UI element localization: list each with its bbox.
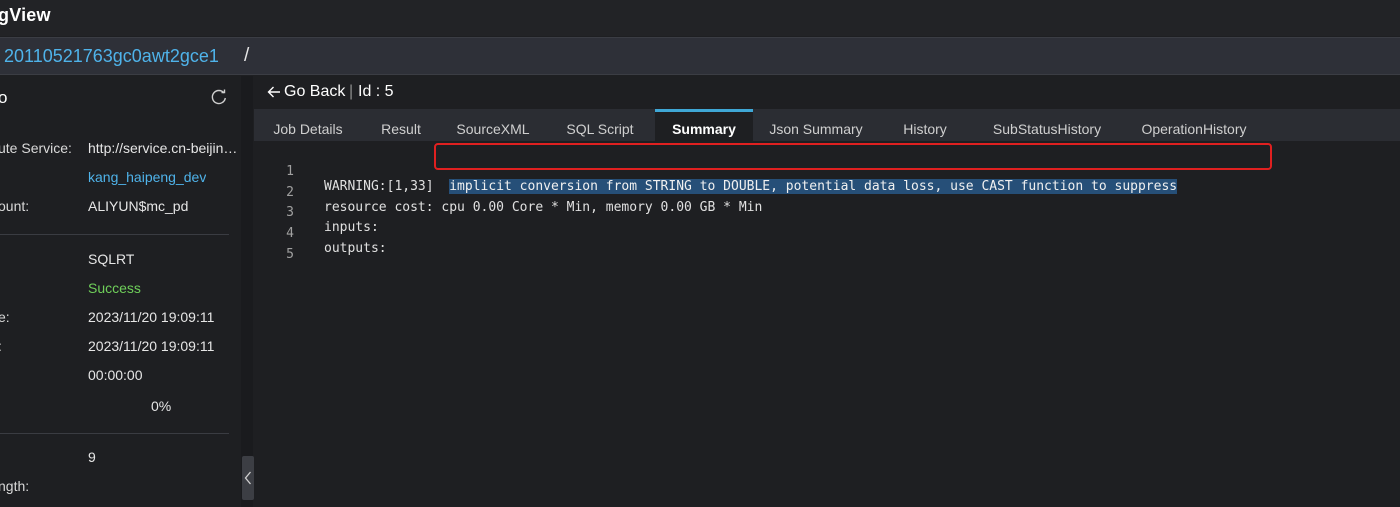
highlight-annotation-box: [434, 143, 1272, 170]
job-id-link[interactable]: 20110521763gc0awt2gce1: [4, 46, 219, 67]
panel-splitter[interactable]: [241, 76, 253, 507]
info-row-count: 9: [0, 445, 241, 474]
job-info-panel: o ute Service: http://service.cn-beijing…: [0, 76, 242, 507]
info-value: 9: [88, 449, 96, 465]
editor-line: 2 resource cost: cpu 0.00 Core * Min, me…: [254, 170, 1400, 215]
job-instance-id: Id : 5: [358, 83, 394, 100]
info-value: 00:00:00: [88, 367, 143, 383]
info-row-type: SQLRT: [0, 247, 241, 276]
info-value: ALIYUN$mc_pd: [88, 198, 189, 214]
info-row-duration: 00:00:00: [0, 363, 241, 392]
job-info-header: o: [0, 76, 241, 120]
info-row-end-time: : 2023/11/20 19:09:11: [0, 334, 241, 363]
info-row-owner: kang_haipeng_dev: [0, 165, 241, 194]
chevron-left-icon[interactable]: [242, 456, 254, 500]
info-value: 2023/11/20 19:09:11: [88, 309, 215, 325]
breadcrumb: 20110521763gc0awt2gce1 /: [0, 37, 1400, 75]
info-key: ngth:: [0, 478, 30, 494]
editor-line: 5: [254, 232, 1400, 262]
info-key: e:: [0, 309, 10, 325]
info-value: http://service.cn-beijing.maxcompute.ali…: [88, 140, 238, 156]
info-key: ount:: [0, 198, 30, 214]
tab-sql-script[interactable]: SQL Script: [546, 109, 654, 141]
tab-history[interactable]: History: [879, 109, 971, 141]
divider: [0, 433, 229, 434]
tab-substatushistory[interactable]: SubStatusHistory: [971, 109, 1123, 141]
arrow-left-icon: [267, 86, 280, 98]
info-row-progress: 0%: [0, 394, 241, 423]
job-info-title: o: [0, 88, 8, 107]
line-number: 5: [286, 247, 294, 262]
info-row-length: ngth:: [0, 474, 241, 503]
info-key: ute Service:: [0, 140, 72, 156]
summary-editor[interactable]: 1 WARNING:[1,33] implicit conversion fro…: [254, 146, 1400, 507]
editor-line: 4 outputs:: [254, 211, 1400, 256]
owner-link[interactable]: kang_haipeng_dev: [88, 169, 206, 185]
info-row-start-time: e: 2023/11/20 19:09:11: [0, 305, 241, 334]
app-header: gView: [0, 0, 1400, 36]
tab-sourcexml[interactable]: SourceXML: [440, 109, 546, 141]
info-value: SQLRT: [88, 251, 135, 267]
refresh-icon[interactable]: [210, 88, 228, 106]
info-key: :: [0, 338, 2, 354]
editor-line: 3 inputs:: [254, 190, 1400, 235]
tab-operationhistory[interactable]: OperationHistory: [1123, 109, 1265, 141]
job-detail-panel: Go Back | Id : 5 Job Details Result Sour…: [254, 76, 1400, 507]
toolbar-separator: |: [349, 83, 354, 100]
status-badge: Success: [88, 280, 141, 296]
go-back-button[interactable]: Go Back: [266, 83, 345, 101]
divider: [0, 234, 229, 235]
go-back-label: Go Back: [284, 83, 346, 100]
tab-json-summary[interactable]: Json Summary: [753, 109, 879, 141]
progress-value: 0%: [151, 398, 172, 414]
info-row-account: ount: ALIYUN$mc_pd: [0, 194, 241, 223]
detail-tabs: Job Details Result SourceXML SQL Script …: [254, 109, 1400, 141]
detail-toolbar: Go Back | Id : 5: [254, 76, 1400, 108]
info-row-status: Success: [0, 276, 241, 305]
tab-result[interactable]: Result: [362, 109, 440, 141]
tab-job-details[interactable]: Job Details: [254, 109, 362, 141]
tab-summary[interactable]: Summary: [655, 109, 753, 141]
info-row-service: ute Service: http://service.cn-beijing.m…: [0, 136, 241, 165]
breadcrumb-separator: /: [244, 45, 250, 66]
app-title: gView: [0, 5, 51, 25]
info-value: 2023/11/20 19:09:11: [88, 338, 215, 354]
